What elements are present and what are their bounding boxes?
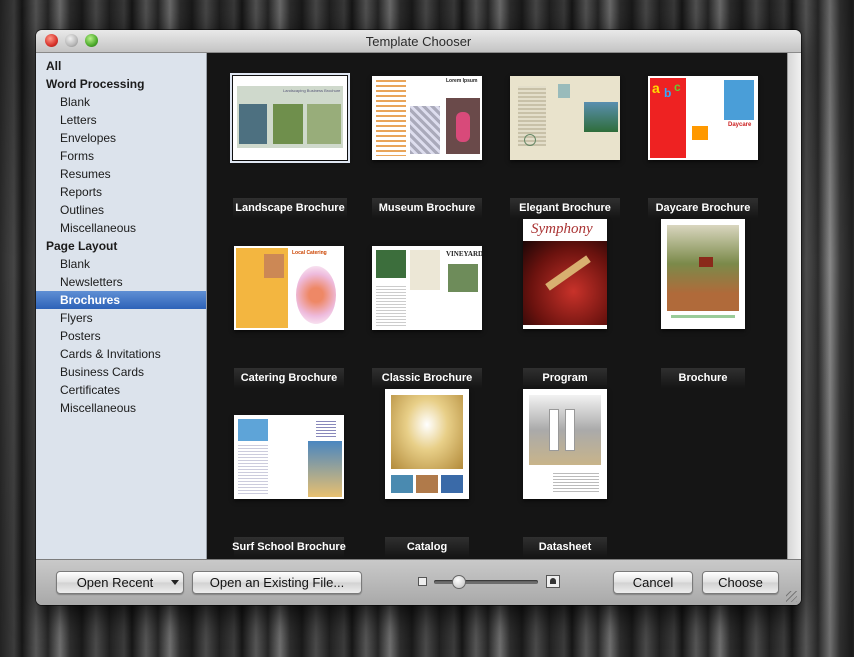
sidebar-item-certificates[interactable]: Certificates <box>36 381 206 399</box>
sidebar-item-reports[interactable]: Reports <box>36 183 206 201</box>
template-thumbnail-catalog[interactable] <box>385 389 469 499</box>
thumb-text: VINEYARD <box>446 250 482 258</box>
cancel-button[interactable]: Cancel <box>613 571 693 594</box>
sidebar-item-business-cards[interactable]: Business Cards <box>36 363 206 381</box>
sidebar-item-brochures[interactable]: Brochures <box>36 291 206 309</box>
small-thumbnail-icon[interactable] <box>418 577 427 586</box>
bottom-toolbar: Open Recent Open an Existing File... Can… <box>36 559 801 605</box>
template-chooser-window: Template Chooser All Word Processing Blank… <box>36 30 801 605</box>
title-bar[interactable]: Template Chooser <box>36 30 801 53</box>
template-label[interactable]: Museum Brochure <box>352 201 502 215</box>
template-thumbnail-datasheet[interactable] <box>523 389 607 499</box>
chevron-down-icon <box>171 580 179 585</box>
sidebar-item-resumes[interactable]: Resumes <box>36 165 206 183</box>
sidebar-item-letters[interactable]: Letters <box>36 111 206 129</box>
template-thumbnail-brochure[interactable] <box>661 219 745 329</box>
template-thumbnail-program[interactable]: Symphony <box>523 219 607 329</box>
sidebar-item-outlines[interactable]: Outlines <box>36 201 206 219</box>
sidebar-item-page-layout[interactable]: Page Layout <box>36 237 206 255</box>
template-label[interactable]: Datasheet <box>490 540 640 554</box>
sidebar-item-word-processing[interactable]: Word Processing <box>36 75 206 93</box>
resize-grip-icon[interactable] <box>786 591 797 602</box>
template-label[interactable]: Classic Brochure <box>352 371 502 385</box>
choose-button[interactable]: Choose <box>702 571 779 594</box>
sidebar-item-all[interactable]: All <box>36 57 206 75</box>
template-label[interactable]: Elegant Brochure <box>490 201 640 215</box>
open-recent-popup[interactable]: Open Recent <box>56 571 184 594</box>
sidebar-item-miscellaneous[interactable]: Miscellaneous <box>36 219 206 237</box>
sidebar-item-blank[interactable]: Blank <box>36 93 206 111</box>
sidebar-item-flyers[interactable]: Flyers <box>36 309 206 327</box>
thumb-text: Local Catering <box>292 250 327 256</box>
sidebar-item-envelopes[interactable]: Envelopes <box>36 129 206 147</box>
template-thumbnail-landscape-brochure[interactable]: Landscaping Business Brochure <box>230 73 350 163</box>
scrollbar[interactable] <box>787 53 801 559</box>
slider-knob[interactable] <box>452 575 467 589</box>
template-thumbnail-elegant-brochure[interactable] <box>510 76 620 160</box>
sidebar-item-forms[interactable]: Forms <box>36 147 206 165</box>
template-label[interactable]: Catalog <box>352 540 502 554</box>
sidebar-item-cards-invitations[interactable]: Cards & Invitations <box>36 345 206 363</box>
template-grid: Landscaping Business Brochure Landscape B… <box>207 53 787 559</box>
thumb-text: Symphony <box>531 221 593 237</box>
template-label[interactable]: Program <box>490 371 640 385</box>
sidebar-item-posters[interactable]: Posters <box>36 327 206 345</box>
window-title: Template Chooser <box>365 34 472 49</box>
sidebar-item-miscellaneous[interactable]: Miscellaneous <box>36 399 206 417</box>
thumbnail-size-slider[interactable] <box>434 580 538 584</box>
template-label[interactable]: Landscape Brochure <box>215 201 365 215</box>
template-thumbnail-catering-brochure[interactable]: Local Catering <box>234 246 344 330</box>
thumb-text: Daycare <box>728 122 752 128</box>
template-label[interactable]: Catering Brochure <box>214 371 364 385</box>
open-existing-file-button[interactable]: Open an Existing File... <box>192 571 362 594</box>
template-thumbnail-museum-brochure[interactable]: Lorem Ipsum <box>372 76 482 160</box>
sidebar-item-newsletters[interactable]: Newsletters <box>36 273 206 291</box>
sidebar-item-blank[interactable]: Blank <box>36 255 206 273</box>
open-recent-label: Open Recent <box>76 575 154 590</box>
large-thumbnail-icon[interactable] <box>546 575 560 588</box>
thumb-text: Landscaping Business Brochure <box>283 88 341 93</box>
thumb-text: Lorem Ipsum <box>446 78 478 84</box>
category-sidebar: All Word Processing Blank Letters Envelopes F… <box>36 53 207 559</box>
template-thumbnail-surf-school-brochure[interactable] <box>234 415 344 499</box>
template-label[interactable]: Surf School Brochure <box>214 540 364 554</box>
template-thumbnail-classic-brochure[interactable]: VINEYARD <box>372 246 482 330</box>
template-label[interactable]: Daycare Brochure <box>628 201 778 215</box>
template-thumbnail-daycare-brochure[interactable]: a b c Daycare <box>648 76 758 160</box>
template-label[interactable]: Brochure <box>628 371 778 385</box>
